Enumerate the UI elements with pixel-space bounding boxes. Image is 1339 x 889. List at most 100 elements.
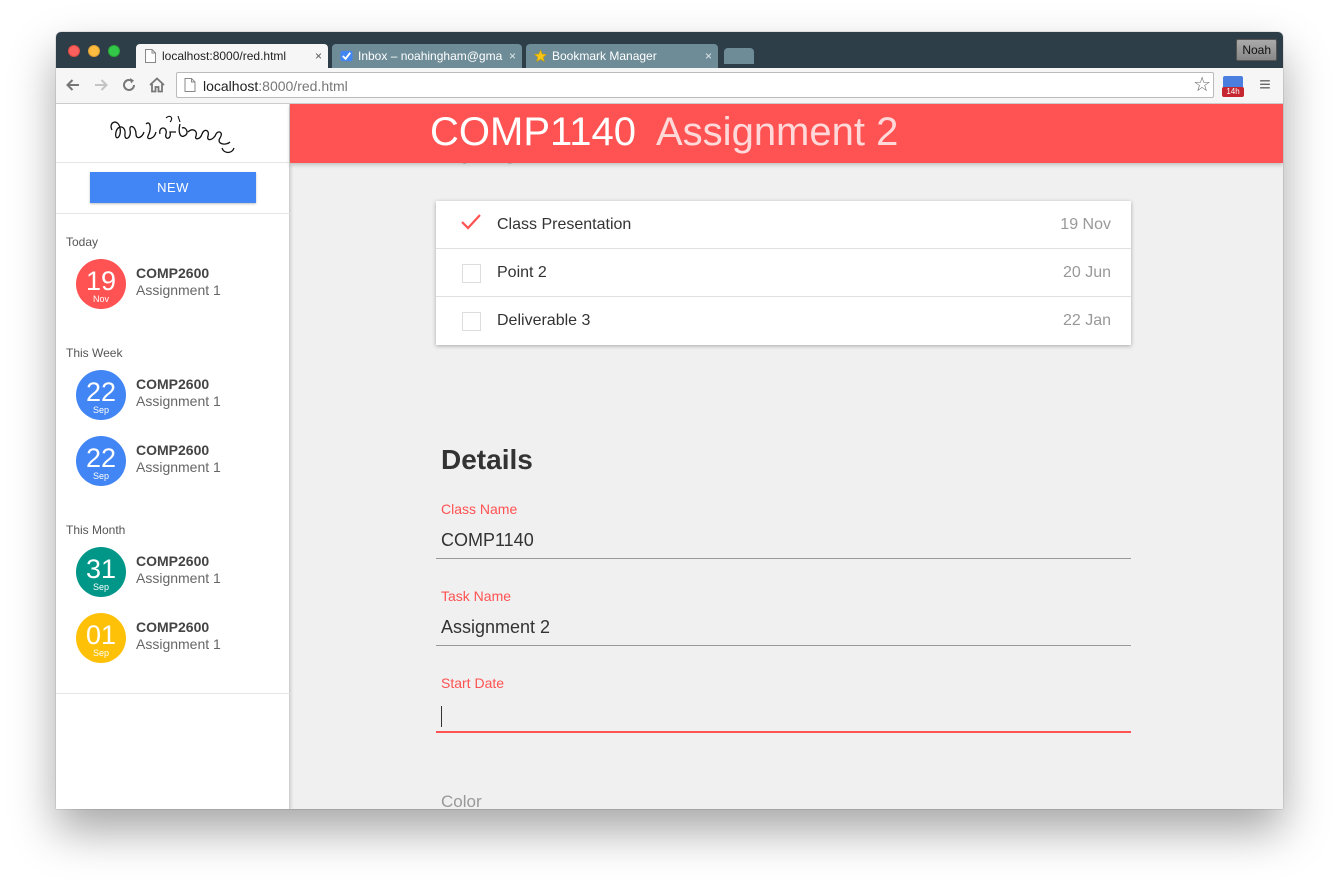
date-badge: 22 Sep [76, 370, 126, 420]
sidebar-task-item[interactable]: 22 Sep COMP2600 Assignment 1 [76, 370, 276, 422]
todo-item-label: Class Presentation [497, 216, 632, 233]
todo-item-date: 20 Jun [1062, 264, 1111, 281]
task-class-name: COMP2600 [136, 619, 210, 635]
tab-close-button[interactable]: × [509, 44, 516, 68]
todo-item-date: 19 Nov [1060, 216, 1111, 233]
class-name-label: Class Name [441, 501, 518, 517]
date-month: Sep [92, 582, 109, 592]
todo-item[interactable]: Point 2 20 Jun [436, 249, 1131, 297]
todo-item[interactable]: Deliverable 3 22 Jan [436, 297, 1131, 345]
checkmark-icon[interactable] [460, 212, 482, 232]
page-icon [184, 78, 196, 92]
tab-localhost[interactable]: localhost:8000/red.html × [136, 44, 328, 68]
back-button[interactable] [64, 76, 82, 94]
color-field-label: Color [441, 792, 482, 809]
page-icon [145, 49, 156, 63]
close-window-button[interactable] [68, 45, 80, 57]
task-name: Assignment 1 [136, 636, 221, 652]
address-bar[interactable]: localhost:8000/red.html ☆ [176, 72, 1214, 98]
date-day: 31 [85, 554, 117, 584]
task-class-name: COMP2600 [136, 553, 210, 569]
new-tab-button[interactable] [724, 48, 754, 64]
forward-arrow-icon [95, 79, 108, 91]
bookmark-star-icon[interactable]: ☆ [1193, 74, 1211, 96]
sidebar-task-item[interactable]: 19 Nov COMP2600 Assignment 1 [76, 259, 276, 311]
sidebar-divider [56, 213, 290, 214]
todo-item[interactable]: Class Presentation 19 Nov [436, 201, 1131, 249]
start-date-input[interactable] [436, 697, 1131, 733]
inbox-icon [340, 50, 353, 62]
maximize-window-button[interactable] [108, 45, 120, 57]
reload-icon [123, 78, 135, 91]
date-month: Sep [92, 405, 109, 415]
task-name: Assignment 1 [136, 393, 221, 409]
task-name-label: Task Name [441, 588, 512, 604]
tab-close-button[interactable]: × [315, 44, 322, 68]
profile-button[interactable]: Noah [1236, 39, 1277, 61]
text-caret [441, 706, 442, 727]
header-class-name: COMP1140 [430, 110, 637, 154]
class-name-field: Class Name [436, 501, 1131, 565]
task-class-name: COMP2600 [136, 376, 210, 392]
sidebar-task-item[interactable]: 31 Sep COMP2600 Assignment 1 [76, 547, 276, 599]
tab-close-button[interactable]: × [705, 44, 712, 68]
task-name-field: Task Name [436, 588, 1131, 652]
header-task-name: Assignment 2 [656, 110, 899, 154]
url-text: localhost:8000/red.html [203, 78, 348, 94]
new-task-button[interactable]: NEW [90, 172, 256, 203]
browser-window: localhost:8000/red.html × Inbox – noahin… [56, 32, 1283, 809]
todo-checkbox[interactable] [462, 312, 481, 331]
url-host: localhost [203, 78, 259, 94]
tab-title: localhost:8000/red.html [162, 49, 287, 63]
sidebar: NEW Today 19 Nov COMP2600 Assignment 1 T… [56, 104, 290, 809]
signature-logo [110, 115, 235, 154]
date-day: 01 [85, 620, 117, 650]
task-class-name: COMP2600 [136, 265, 210, 281]
date-badge: 19 Nov [76, 259, 126, 309]
reload-button[interactable] [120, 76, 138, 94]
date-month: Nov [92, 294, 109, 304]
sidebar-task-item[interactable]: 22 Sep COMP2600 Assignment 1 [76, 436, 276, 488]
group-label-today: Today [66, 235, 99, 249]
task-name: Assignment 1 [136, 570, 221, 586]
todo-checkbox[interactable] [462, 264, 481, 283]
date-day: 22 [85, 377, 117, 407]
task-name: Assignment 1 [136, 459, 221, 475]
task-name: Assignment 1 [136, 282, 221, 298]
task-name-input[interactable] [436, 610, 1131, 646]
tab-inbox[interactable]: Inbox – noahingham@gma × [332, 44, 522, 68]
header-bar: COMP1140 Assignment 2 [290, 104, 1283, 163]
star-icon [534, 49, 547, 63]
details-section-title: Details [441, 444, 533, 475]
group-label-this-week: This Week [66, 346, 123, 360]
tab-bookmark-manager[interactable]: Bookmark Manager × [526, 44, 718, 68]
class-name-input[interactable] [436, 523, 1131, 559]
tab-title: Bookmark Manager [552, 49, 657, 63]
tab-strip: localhost:8000/red.html × Inbox – noahin… [56, 32, 1283, 68]
url-path: :8000/red.html [258, 78, 348, 94]
home-button[interactable] [148, 76, 166, 94]
group-label-this-month: This Month [66, 523, 126, 537]
main-panel: COMP1140 Assignment 2 To Do Class Presen… [290, 104, 1283, 809]
todo-item-date: 22 Jan [1062, 312, 1111, 329]
menu-icon[interactable]: ≡ [1256, 74, 1274, 96]
browser-toolbar: localhost:8000/red.html ☆ 14h ≡ [56, 68, 1283, 104]
sidebar-divider [56, 693, 290, 694]
sidebar-task-item[interactable]: 01 Sep COMP2600 Assignment 1 [76, 613, 276, 665]
todo-item-label: Deliverable 3 [497, 312, 591, 329]
date-day: 19 [85, 266, 117, 296]
todo-item-label: Point 2 [497, 264, 547, 281]
calendar-badge: 14h [1222, 87, 1244, 97]
calendar-extension-button[interactable]: 14h [1222, 76, 1244, 97]
date-month: Sep [92, 471, 109, 481]
back-arrow-icon [66, 79, 79, 91]
minimize-window-button[interactable] [88, 45, 100, 57]
date-badge: 01 Sep [76, 613, 126, 663]
home-icon [149, 77, 165, 93]
todo-list: Class Presentation 19 Nov Point 2 20 Jun… [436, 201, 1131, 345]
date-day: 22 [85, 443, 117, 473]
forward-button[interactable] [92, 76, 110, 94]
page-content: NEW Today 19 Nov COMP2600 Assignment 1 T… [56, 104, 1283, 809]
start-date-field: Start Date [436, 675, 1131, 739]
start-date-label: Start Date [441, 675, 505, 691]
